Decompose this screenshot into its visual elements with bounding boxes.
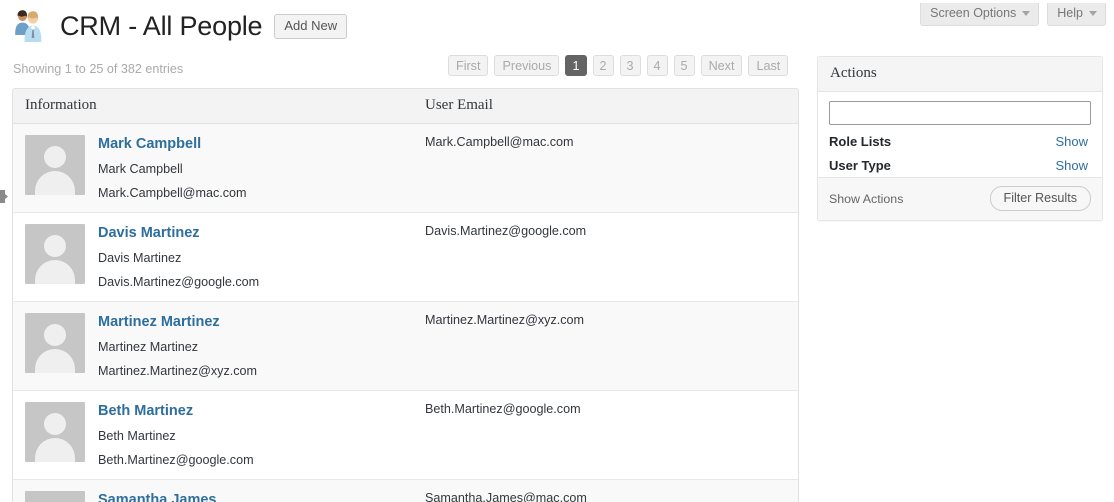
person-info-email: Martinez.Martinez@xyz.com [98, 364, 258, 378]
table-row: Mark Campbell Mark Campbell Mark.Campbell@… [13, 123, 798, 213]
person-display-name: Mark Campbell [98, 162, 183, 176]
chevron-down-icon [1022, 11, 1031, 16]
page-title: CRM - All People [60, 10, 263, 41]
person-name-link[interactable]: Martinez Martinez [98, 314, 257, 330]
actions-panel-title: Actions [818, 57, 1102, 92]
person-info-email: Davis.Martinez@google.com [98, 275, 260, 289]
add-new-button[interactable]: Add New [274, 13, 348, 39]
cell-user-email: Davis.Martinez@google.com [425, 224, 587, 238]
crm-all-people-page: Screen Options Help CRM - All People Add… [0, 0, 1114, 502]
person-info-email: Mark.Campbell@mac.com [98, 186, 247, 200]
screen-options-button[interactable]: Screen Options [920, 3, 1040, 26]
cell-information: Beth Martinez Beth Martinez Beth.Martinez@… [13, 391, 413, 480]
people-table-head: Information User Email [13, 89, 798, 124]
screen-options-label: Screen Options [930, 6, 1017, 20]
actions-panel: Actions Role Lists Show User Type Show Show… [817, 56, 1103, 221]
avatar-placeholder-icon [25, 402, 85, 462]
page-header: CRM - All People Add New [12, 8, 348, 44]
person-name-link[interactable]: Mark Campbell [98, 136, 247, 152]
table-row: Samantha JamesSamantha JamesSamantha.Jam… [13, 479, 798, 502]
filter-results-button[interactable]: Filter Results [989, 186, 1091, 211]
cell-user-email: Beth.Martinez@google.com [425, 402, 581, 416]
pagination-last-button[interactable]: Last [748, 55, 789, 76]
person-name-link[interactable]: Samantha James [98, 492, 260, 502]
showing-entries-label: Showing 1 to 25 of 382 entries [13, 62, 184, 76]
pagination-page-4[interactable]: 4 [646, 55, 668, 76]
cell-user-email: Samantha.James@mac.com [425, 491, 587, 502]
actions-panel-body: Role Lists Show User Type Show [818, 92, 1102, 177]
column-header-information[interactable]: Information [13, 89, 413, 124]
cell-information: Samantha JamesSamantha JamesSamantha.Jam… [13, 480, 413, 502]
people-icon [15, 10, 42, 42]
screen-meta-buttons: Screen Options Help [920, 3, 1106, 26]
actions-option-label: Role Lists [829, 134, 892, 149]
avatar-placeholder-icon [25, 313, 85, 373]
cell-user-email: Mark.Campbell@mac.com [425, 135, 574, 149]
cell-information: Davis Martinez Davis Martinez Davis.Martin… [13, 213, 413, 302]
pagination: First Previous 1 2 3 4 5 Next Last [448, 55, 789, 76]
person-name-link[interactable]: Davis Martinez [98, 225, 259, 241]
help-label: Help [1057, 6, 1083, 20]
show-actions-link[interactable]: Show Actions [829, 192, 903, 206]
filter-search-input[interactable] [829, 101, 1091, 125]
cell-information: Martinez Martinez Martinez Martinez Martin… [13, 302, 413, 391]
person-info-email: Beth.Martinez@google.com [98, 453, 254, 467]
avatar-placeholder-icon [25, 224, 85, 284]
actions-option-row: Role Lists Show [829, 134, 1091, 149]
help-button[interactable]: Help [1047, 3, 1106, 26]
actions-option-show-link[interactable]: Show [1055, 134, 1091, 149]
cell-information: Mark Campbell Mark Campbell Mark.Campbell@… [13, 124, 413, 213]
column-header-user-email[interactable]: User Email [413, 89, 798, 124]
actions-option-row: User Type Show [829, 158, 1091, 173]
actions-panel-footer: Show Actions Filter Results [818, 177, 1102, 220]
people-table-container: Information User Email Mark Campbell Mark… [12, 88, 799, 502]
chevron-down-icon [1089, 11, 1097, 16]
pagination-page-1[interactable]: 1 [565, 55, 587, 76]
actions-option-show-link[interactable]: Show [1055, 158, 1091, 173]
actions-option-label: User Type [829, 158, 891, 173]
cell-user-email: Martinez.Martinez@xyz.com [425, 313, 585, 327]
table-header-row: Information User Email [13, 89, 798, 124]
person-name-link[interactable]: Beth Martinez [98, 403, 254, 419]
sidebar-collapse-handle[interactable] [0, 190, 8, 203]
table-row: Martinez Martinez Martinez Martinez Martin… [13, 301, 798, 391]
people-table-body: Mark Campbell Mark Campbell Mark.Campbell@… [13, 123, 798, 502]
person-display-name: Beth Martinez [98, 429, 176, 443]
actions-options-list: Role Lists Show User Type Show [829, 134, 1091, 173]
pagination-page-5[interactable]: 5 [673, 55, 695, 76]
avatar-placeholder-icon [25, 135, 85, 195]
avatar-placeholder-icon [25, 491, 85, 502]
pagination-page-3[interactable]: 3 [619, 55, 641, 76]
pagination-first-button[interactable]: First [448, 55, 489, 76]
pagination-page-2[interactable]: 2 [592, 55, 614, 76]
person-display-name: Martinez Martinez [98, 340, 199, 354]
pagination-previous-button[interactable]: Previous [494, 55, 560, 76]
people-table: Information User Email Mark Campbell Mark… [13, 89, 798, 502]
table-row: Beth Martinez Beth Martinez Beth.Martinez@… [13, 390, 798, 480]
table-row: Davis Martinez Davis Martinez Davis.Martin… [13, 212, 798, 302]
person-display-name: Davis Martinez [98, 251, 182, 265]
pagination-next-button[interactable]: Next [700, 55, 743, 76]
